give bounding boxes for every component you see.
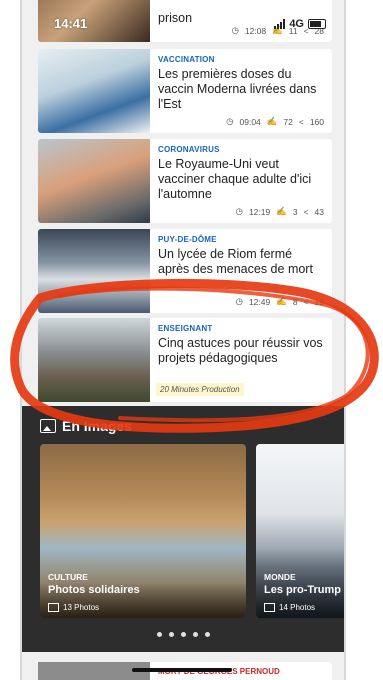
photo-icon xyxy=(264,603,275,612)
article-card[interactable]: VACCINATION Les premières doses du vacci… xyxy=(38,49,332,133)
article-meta: ◷ 12:49 ✍ 8 <19 xyxy=(236,296,324,307)
gallery-title: Les pro-Trump à xyxy=(264,584,346,596)
article-card[interactable]: CORONAVIRUS Le Royaume-Uni veut vacciner… xyxy=(38,139,332,223)
article-card[interactable]: PUY-DE-DÔME Un lycée de Riom fermé après… xyxy=(38,229,332,313)
article-comments: 11 xyxy=(288,25,298,36)
article-category: PUY-DE-DÔME xyxy=(158,235,217,244)
article-title: Le Royaume-Uni veut vacciner chaque adul… xyxy=(158,157,312,201)
article-shares: 28 xyxy=(314,25,324,36)
article-time: 09:04 xyxy=(239,116,261,127)
article-meta: ◷ 12:08 ✍ 11 <28 xyxy=(231,25,324,36)
article-title: prison xyxy=(158,11,193,25)
carousel-dot[interactable] xyxy=(180,632,186,637)
gallery-category: MONDE xyxy=(264,572,296,582)
share-icon: < xyxy=(303,25,309,36)
carousel-dot[interactable] xyxy=(192,632,198,637)
phone-screen: 14:41 4G prison ◷ 12:08 ✍ 11 <28 VACCINATI… xyxy=(20,0,346,680)
home-indicator xyxy=(132,668,232,672)
article-shares: 43 xyxy=(314,206,324,217)
article-time: 12:19 xyxy=(248,206,271,217)
comment-icon: ✍ xyxy=(266,116,278,126)
article-category: ENSEIGNANT xyxy=(158,324,213,333)
gallery-icon xyxy=(40,419,56,433)
article-time: 12:08 xyxy=(244,25,267,36)
photo-count-label: 13 Photos xyxy=(63,603,100,612)
article-meta: ◷ 12:19 ✍ 3 <43 xyxy=(236,206,324,217)
sponsor-badge: 20 Minutes Production xyxy=(156,383,244,396)
article-time: 12:49 xyxy=(248,296,271,307)
article-thumbnail xyxy=(38,318,150,402)
carousel-dot[interactable] xyxy=(168,632,174,637)
share-icon: < xyxy=(303,296,309,307)
carousel-dot[interactable] xyxy=(204,632,210,637)
carousel-dot[interactable] xyxy=(156,632,162,637)
gallery-photo-count: 14 Photos xyxy=(264,603,315,612)
gallery-photo-count: 13 Photos xyxy=(48,603,99,612)
comment-icon: ✍ xyxy=(276,296,287,306)
article-shares: 160 xyxy=(309,116,324,127)
gallery-category: CULTURE xyxy=(48,572,88,582)
article-category: VACCINATION xyxy=(158,55,215,64)
carousel-pagination[interactable] xyxy=(22,632,344,637)
clock-icon: ◷ xyxy=(235,206,243,216)
article-comments: 8 xyxy=(292,296,298,307)
article-category: CORONAVIRUS xyxy=(158,145,220,154)
gallery-title: Photos solidaires xyxy=(48,584,140,596)
gallery-card[interactable]: CULTURE Photos solidaires 13 Photos xyxy=(40,444,246,618)
photo-icon xyxy=(48,603,59,612)
images-section-title: En Images xyxy=(62,418,133,434)
article-card[interactable]: prison ◷ 12:08 ✍ 11 <28 xyxy=(38,0,332,42)
article-title: Cinq astuces pour réussir vos projets pé… xyxy=(158,336,323,365)
clock-icon: ◷ xyxy=(226,116,234,126)
article-title: Un lycée de Riom fermé après des menaces… xyxy=(158,247,313,276)
share-icon: < xyxy=(298,116,304,127)
images-section: En Images CULTURE Photos solidaires 13 P… xyxy=(22,406,344,652)
article-comments: 3 xyxy=(292,206,298,217)
images-section-header: En Images xyxy=(40,418,132,434)
clock-icon: ◷ xyxy=(235,296,243,306)
photo-count-label: 14 Photos xyxy=(279,603,316,612)
article-thumbnail xyxy=(38,49,150,133)
clock-icon: ◷ xyxy=(231,25,239,35)
share-icon: < xyxy=(303,206,309,217)
article-thumbnail xyxy=(38,0,150,42)
article-thumbnail xyxy=(38,229,150,313)
comment-icon: ✍ xyxy=(272,25,283,35)
article-title: Les premières doses du vaccin Moderna li… xyxy=(158,67,317,111)
article-thumbnail xyxy=(38,139,150,223)
comment-icon: ✍ xyxy=(276,206,287,216)
article-comments: 72 xyxy=(283,116,293,127)
article-meta: ◷ 09:04 ✍ 72 <160 xyxy=(226,116,324,127)
gallery-card[interactable]: MONDE Les pro-Trump à 14 Photos xyxy=(256,444,346,618)
sponsored-article-card[interactable]: ENSEIGNANT Cinq astuces pour réussir vos… xyxy=(38,318,332,402)
article-shares: 19 xyxy=(314,296,324,307)
